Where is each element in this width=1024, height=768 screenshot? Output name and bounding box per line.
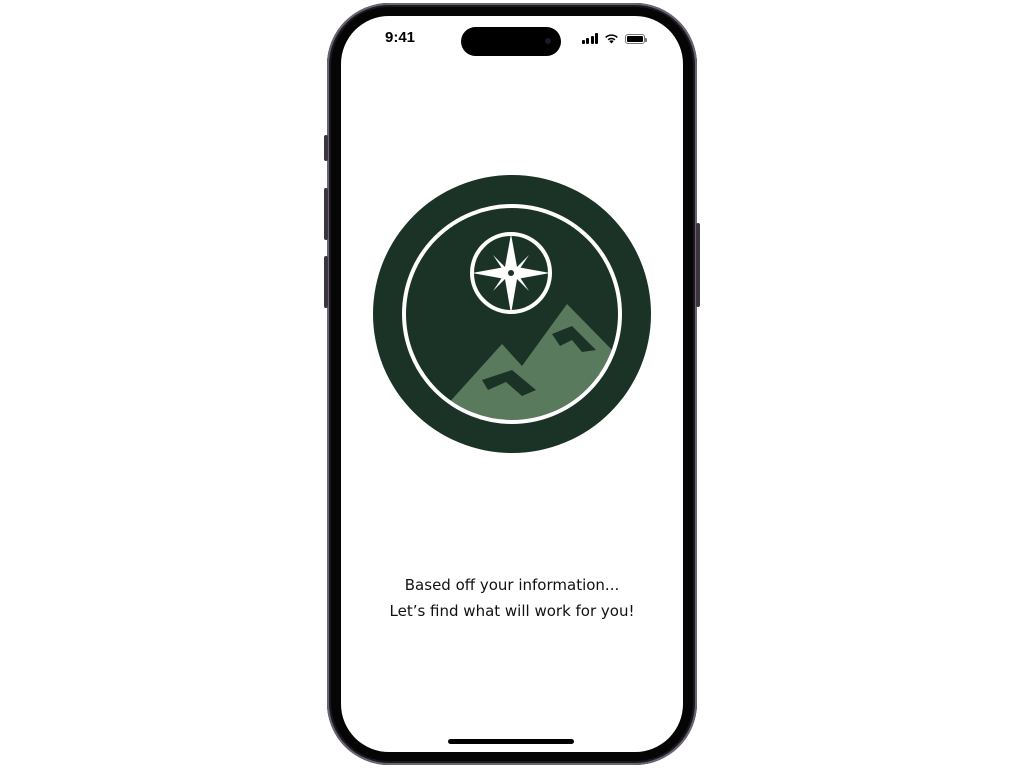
action-button (324, 135, 328, 161)
battery-icon (625, 34, 647, 44)
volume-up-button (324, 188, 328, 240)
phone-frame: 9:41 Based off your information... Let’s… (324, 3, 700, 765)
cellular-signal-icon (581, 33, 598, 44)
power-button (696, 223, 700, 307)
message-line-1: Based off your information... (404, 576, 620, 594)
stage: 9:41 Based off your information... Let’s… (0, 0, 1024, 768)
status-time: 9:41 (385, 29, 416, 46)
wifi-icon (605, 34, 618, 44)
compass-icon (470, 232, 552, 314)
camera-icon (545, 38, 551, 44)
home-indicator[interactable] (448, 739, 574, 744)
screen: 9:41 Based off your information... Let’s… (341, 16, 683, 752)
status-bar: 9:41 (341, 16, 683, 64)
recommendation-message: Based off your information... Let’s find… (341, 572, 683, 624)
compass-mountain-logo (373, 175, 651, 453)
volume-down-button (324, 256, 328, 308)
status-icons (581, 32, 647, 44)
message-line-2: Let’s find what will work for you! (389, 602, 635, 620)
dynamic-island (461, 27, 561, 56)
